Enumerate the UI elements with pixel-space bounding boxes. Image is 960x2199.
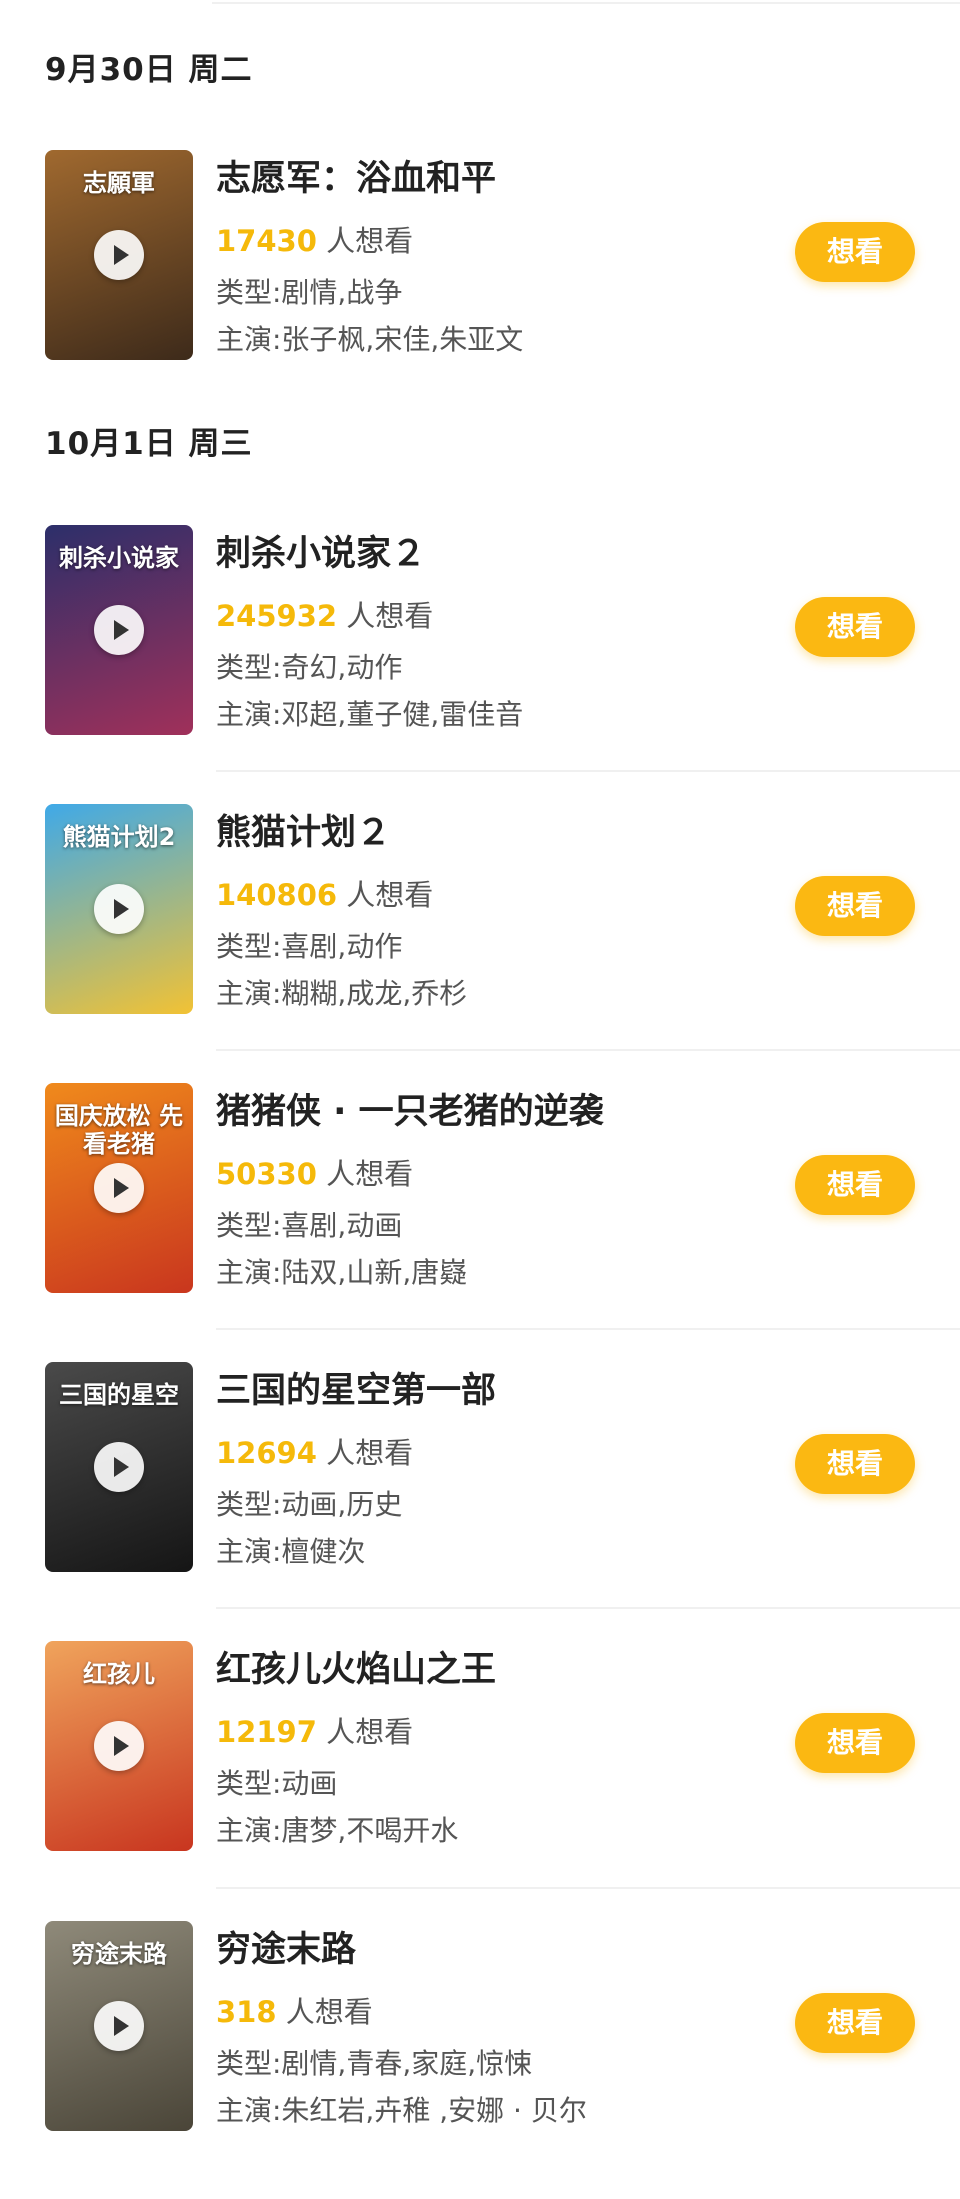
want-count: 50330 [216, 1157, 317, 1191]
want-count: 17430 [216, 224, 317, 258]
want-count-line: 17430 人想看 [216, 218, 413, 260]
movie-cast: 主演:朱红岩,卉稚 ,安娜 · 贝尔 [216, 2094, 587, 2127]
movie-genre: 类型:剧情,青春,家庭,惊悚 [216, 2047, 533, 2080]
movie-title[interactable]: 红孩儿火焰山之王 [216, 1641, 496, 1692]
want-button[interactable]: 想看 [795, 1155, 915, 1215]
movie-card[interactable]: 志願軍 志愿军：浴血和平 17430 人想看类型:剧情,战争主演:张子枫,宋佳,朱亚… [0, 150, 960, 428]
want-label: 人想看 [316, 1436, 414, 1470]
want-count-line: 12197 人想看 [216, 1709, 413, 1751]
poster-title: 熊猫计划2 [62, 823, 176, 851]
want-count-line: 140806 人想看 [216, 872, 433, 914]
movie-title[interactable]: 三国的星空第一部 [216, 1362, 496, 1413]
movie-card[interactable]: 熊猫计划2 熊猫计划２ 140806 人想看类型:喜剧,动作主演:糊糊,成龙,乔杉 想… [0, 804, 960, 1082]
movie-poster[interactable]: 三国的星空 [45, 1362, 193, 1572]
want-count-line: 50330 人想看 [216, 1151, 413, 1193]
movie-card[interactable]: 穷途末路 穷途末路 318 人想看类型:剧情,青春,家庭,惊悚主演:朱红岩,卉稚 ,… [0, 1921, 960, 2199]
top-divider [212, 2, 960, 4]
movie-poster[interactable]: 刺杀小说家 [45, 525, 193, 735]
movie-poster[interactable]: 国庆放松 先看老猪 [45, 1083, 193, 1293]
movie-cast: 主演:陆双,山新,唐嶷 [216, 1256, 468, 1289]
movie-poster[interactable]: 熊猫计划2 [45, 804, 193, 1014]
want-label: 人想看 [316, 1157, 414, 1191]
play-icon[interactable] [94, 1442, 144, 1492]
want-button[interactable]: 想看 [795, 222, 915, 282]
want-label: 人想看 [316, 1715, 414, 1749]
want-count-line: 12694 人想看 [216, 1430, 413, 1472]
poster-title: 穷途末路 [71, 1940, 167, 1968]
play-icon[interactable] [94, 230, 144, 280]
list-divider [216, 1887, 960, 1889]
movie-poster[interactable]: 穷途末路 [45, 1921, 193, 2131]
movie-cast: 主演:张子枫,宋佳,朱亚文 [216, 323, 524, 356]
movie-genre: 类型:奇幻,动作 [216, 651, 403, 684]
movie-cast: 主演:檀健次 [216, 1535, 366, 1568]
list-divider [216, 1607, 960, 1609]
want-button[interactable]: 想看 [795, 1713, 915, 1773]
movie-title[interactable]: 刺杀小说家２ [216, 525, 426, 576]
list-divider [216, 1328, 960, 1330]
want-label: 人想看 [337, 599, 434, 633]
date-header: 9月30日 周二 [45, 52, 253, 88]
date-header: 10月1日 周三 [45, 426, 253, 462]
movie-poster[interactable]: 志願軍 [45, 150, 193, 360]
play-icon[interactable] [94, 1721, 144, 1771]
want-label: 人想看 [276, 1995, 373, 2029]
movie-genre: 类型:喜剧,动作 [216, 930, 403, 963]
play-icon[interactable] [94, 605, 144, 655]
want-count: 318 [216, 1995, 277, 2029]
movie-card[interactable]: 红孩儿 红孩儿火焰山之王 12197 人想看类型:动画主演:唐梦,不喝开水 想看 [0, 1641, 960, 1919]
list-divider [216, 770, 960, 772]
want-label: 人想看 [337, 878, 434, 912]
movie-genre: 类型:动画,历史 [216, 1488, 403, 1521]
want-button[interactable]: 想看 [795, 1993, 915, 2053]
movie-card[interactable]: 国庆放松 先看老猪 猪猪侠 · 一只老猪的逆袭 50330 人想看类型:喜剧,动画主… [0, 1083, 960, 1361]
poster-title: 三国的星空 [59, 1381, 179, 1409]
want-button[interactable]: 想看 [795, 597, 915, 657]
play-icon[interactable] [94, 2001, 144, 2051]
play-icon[interactable] [94, 1163, 144, 1213]
movie-cast: 主演:邓超,董子健,雷佳音 [216, 698, 524, 731]
poster-title: 刺杀小说家 [59, 544, 179, 572]
want-count-line: 318 人想看 [216, 1989, 373, 2031]
movie-title[interactable]: 志愿军：浴血和平 [216, 150, 496, 201]
list-divider [216, 1049, 960, 1051]
movie-genre: 类型:喜剧,动画 [216, 1209, 403, 1242]
want-count-line: 245932 人想看 [216, 593, 433, 635]
movie-card[interactable]: 三国的星空 三国的星空第一部 12694 人想看类型:动画,历史 主演:檀健次 想看 [0, 1362, 960, 1640]
want-button[interactable]: 想看 [795, 1434, 915, 1494]
poster-title: 红孩儿 [83, 1660, 155, 1688]
movie-title[interactable]: 穷途末路 [216, 1921, 356, 1972]
movie-title[interactable]: 猪猪侠 · 一只老猪的逆袭 [216, 1083, 604, 1134]
play-icon[interactable] [94, 884, 144, 934]
want-count: 245932 [216, 599, 338, 633]
want-label: 人想看 [316, 224, 414, 258]
movie-genre: 类型:剧情,战争 [216, 276, 403, 309]
movie-genre: 类型:动画 [216, 1767, 338, 1800]
movie-title[interactable]: 熊猫计划２ [216, 804, 391, 855]
poster-title: 志願軍 [83, 169, 155, 197]
movie-cast: 主演:唐梦,不喝开水 [216, 1814, 459, 1847]
want-count: 12694 [216, 1436, 317, 1470]
movie-card[interactable]: 刺杀小说家 刺杀小说家２ 245932 人想看类型:奇幻,动作主演:邓超,董子健,雷… [0, 525, 960, 803]
want-count: 140806 [216, 878, 338, 912]
want-count: 12197 [216, 1715, 317, 1749]
movie-cast: 主演:糊糊,成龙,乔杉 [216, 977, 468, 1010]
want-button[interactable]: 想看 [795, 876, 915, 936]
movie-poster[interactable]: 红孩儿 [45, 1641, 193, 1851]
poster-title: 国庆放松 先看老猪 [54, 1102, 184, 1158]
